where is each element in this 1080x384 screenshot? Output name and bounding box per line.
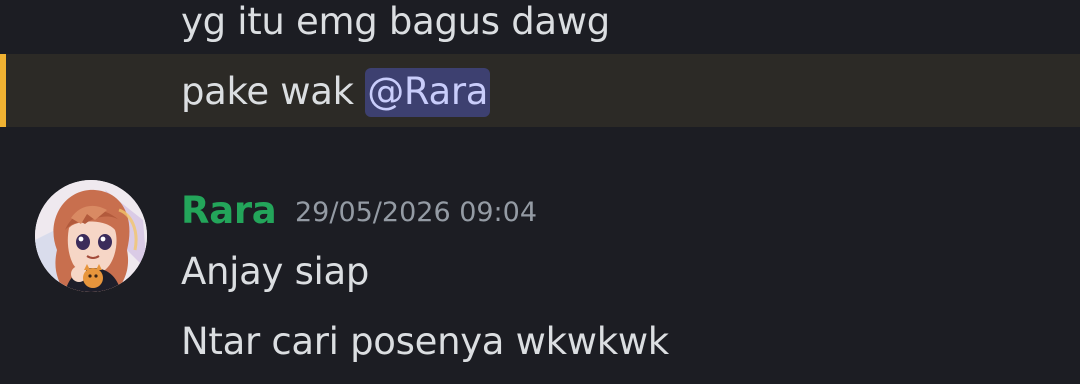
message-content: Ntar cari posenya wkwkwk <box>181 320 669 363</box>
user-mention[interactable]: @Rara <box>365 68 491 117</box>
message-content: yg itu emg bagus dawg <box>181 0 610 43</box>
message-text: Anjay siap <box>0 250 1080 294</box>
author-name[interactable]: Rara <box>181 189 277 233</box>
message-content: pake wak <box>181 70 366 113</box>
message-text: Ntar cari posenya wkwkwk <box>0 320 1080 364</box>
chat-messages: yg itu emg bagus dawg pake wak @Rara Rar… <box>0 0 1080 384</box>
message-text-mentioned: pake wak @Rara <box>0 68 1080 117</box>
message-text: yg itu emg bagus dawg <box>0 0 1080 44</box>
message-content: Anjay siap <box>181 250 370 293</box>
message-timestamp[interactable]: 29/05/2026 09:04 <box>295 197 537 229</box>
